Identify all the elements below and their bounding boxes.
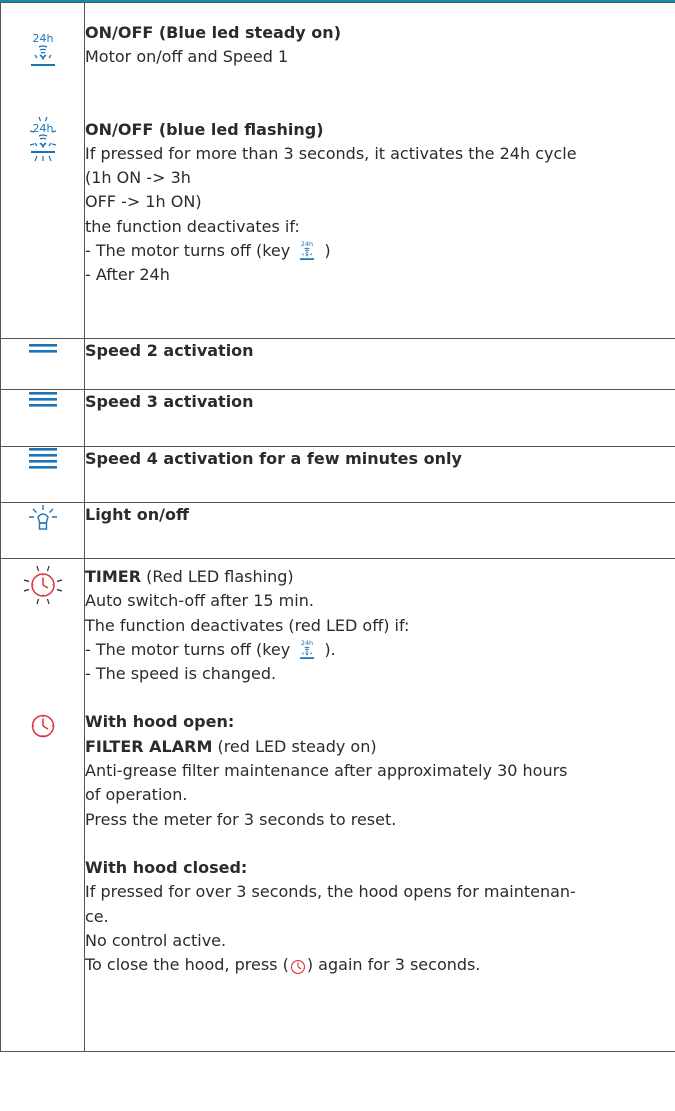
description-text: To close the hood, press (: [85, 955, 289, 975]
hood-open-title: With hood open:: [85, 712, 235, 732]
description-text: - The motor turns off (key: [85, 241, 291, 261]
on-off-steady-title: ON/OFF (Blue led steady on): [85, 23, 342, 42]
description-text: ) again for 3 seconds.: [306, 955, 481, 975]
description-line: OFF -> 1h ON): [85, 192, 202, 212]
description-line: the function deactivates if:: [85, 216, 300, 236]
svg-text:24h: 24h: [32, 122, 53, 135]
icon-cell: [0, 389, 85, 447]
description-line: Anti-grease filter maintenance after app…: [85, 761, 568, 781]
hood-closed-title: With hood closed:: [85, 857, 248, 877]
speed-4-icon: [28, 447, 58, 469]
on-off-flashing-title: ON/OFF (blue led flashing): [85, 119, 324, 139]
description-line: - The motor turns off (key 24h ).: [85, 638, 675, 662]
timer-title-suffix: (Red LED flashing): [141, 567, 294, 586]
fan-24h-flashing-icon: 24h: [26, 115, 60, 163]
timer-title: TIMER: [85, 567, 142, 586]
description-line: - The motor turns off (key 24h ): [85, 239, 675, 263]
speed-3-label: Speed 3 activation: [84, 389, 675, 447]
svg-text:24h: 24h: [301, 639, 313, 647]
light-bulb-icon: [27, 503, 59, 533]
timer-icon: [290, 959, 306, 975]
control-keys-table: 24h 24h ON/OFF (Blue led steady on) Moto…: [0, 2, 675, 1052]
description-line: of operation.: [85, 785, 188, 805]
table-row-speed-4: Speed 4 activation for a few minutes onl…: [0, 446, 675, 503]
timer-heading: TIMER (Red LED flashing): [85, 565, 675, 589]
description-line: If pressed for more than 3 seconds, it a…: [85, 143, 577, 163]
icon-cell: [0, 502, 85, 559]
fan-24h-icon: 24h: [26, 31, 60, 67]
icon-cell: [0, 446, 85, 503]
description-line: The function deactivates (red LED off) i…: [85, 615, 410, 635]
description-text: - The motor turns off (key: [85, 639, 291, 659]
timer-icon: [30, 713, 56, 739]
table-row-speed-3: Speed 3 activation: [0, 389, 675, 447]
table-row-on-off: 24h 24h ON/OFF (Blue led steady on) Moto…: [0, 2, 675, 339]
svg-text:24h: 24h: [301, 240, 313, 248]
description-line: (1h ON -> 3h: [85, 168, 191, 188]
table-row-timer: TIMER (Red LED flashing) Auto switch-off…: [0, 558, 675, 1052]
description-text: ): [324, 241, 331, 261]
filter-alarm-heading: FILTER ALARM (red LED steady on): [85, 735, 675, 759]
svg-text:24h: 24h: [32, 32, 53, 45]
description-text: ).: [324, 639, 336, 659]
timer-flashing-icon: [22, 564, 64, 606]
description-cell: ON/OFF (Blue led steady on) Motor on/off…: [84, 2, 675, 339]
description-line: ce.: [85, 906, 109, 926]
description-cell: TIMER (Red LED flashing) Auto switch-off…: [84, 558, 675, 1052]
speed-3-icon: [28, 390, 58, 408]
description-line: - The speed is changed.: [85, 664, 277, 684]
speed-2-icon: [28, 342, 58, 354]
light-label: Light on/off: [84, 502, 675, 559]
description-line: If pressed for over 3 seconds, the hood …: [85, 882, 576, 902]
table-row-light: Light on/off: [0, 502, 675, 559]
fan-24h-icon: 24h: [297, 239, 317, 261]
table-row-speed-2: Speed 2 activation: [0, 338, 675, 390]
icon-cell: [0, 338, 85, 390]
speed-4-label: Speed 4 activation for a few minutes onl…: [84, 446, 675, 503]
filter-alarm-title: FILTER ALARM: [85, 736, 213, 756]
description-line: No control active.: [85, 930, 227, 950]
speed-2-label: Speed 2 activation: [84, 338, 675, 390]
icon-cell: 24h 24h: [0, 2, 85, 339]
description-line: Auto switch-off after 15 min.: [85, 591, 314, 611]
description-line: Press the meter for 3 seconds to reset.: [85, 809, 397, 829]
description-line: To close the hood, press ( ) again for 3…: [85, 953, 675, 977]
icon-cell: [0, 558, 85, 1052]
description-line: - After 24h: [85, 265, 170, 285]
on-off-steady-desc: Motor on/off and Speed 1: [85, 47, 289, 67]
fan-24h-icon: 24h: [297, 638, 317, 660]
filter-alarm-suffix: (red LED steady on): [212, 736, 377, 756]
